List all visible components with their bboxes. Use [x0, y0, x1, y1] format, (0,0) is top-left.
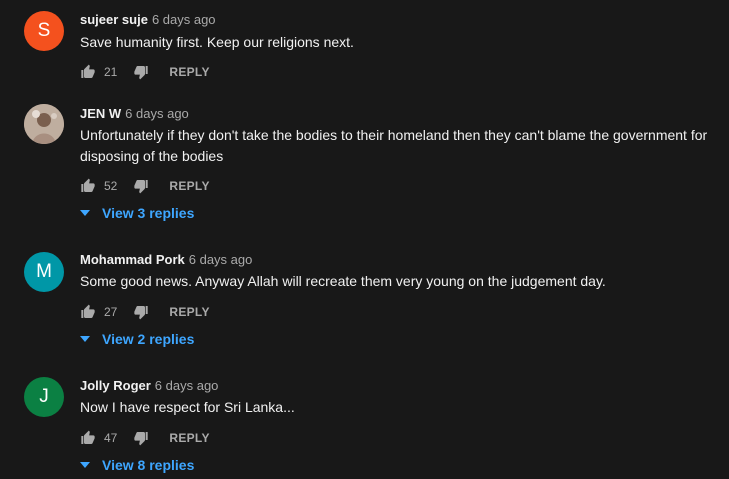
avatar[interactable]: J	[24, 377, 64, 417]
like-count: 21	[104, 65, 118, 79]
comment-author[interactable]: Mohammad Pork	[80, 252, 185, 267]
comment-actions: 47 REPLY	[80, 429, 210, 447]
like-count: 52	[104, 179, 118, 193]
thumbs-down-icon[interactable]	[133, 178, 149, 194]
reply-button[interactable]: REPLY	[169, 65, 209, 79]
comment-header: Jolly Roger 6 days ago	[80, 377, 218, 395]
view-replies-button[interactable]: View 3 replies	[80, 205, 194, 221]
comment-time[interactable]: 6 days ago	[189, 252, 253, 267]
view-replies-label: View 3 replies	[102, 205, 195, 221]
comment-header: JEN W 6 days ago	[80, 105, 189, 123]
thumbs-up-icon[interactable]	[80, 64, 96, 80]
avatar[interactable]	[24, 104, 64, 144]
avatar[interactable]: M	[24, 252, 64, 292]
thumbs-down-icon[interactable]	[133, 304, 149, 320]
comment-text: Some good news. Anyway Allah will recrea…	[80, 273, 606, 289]
thumbs-up-icon[interactable]	[80, 430, 96, 446]
view-replies-button[interactable]: View 8 replies	[80, 457, 194, 473]
comment-text: Now I have respect for Sri Lanka...	[80, 399, 295, 415]
reply-button[interactable]: REPLY	[169, 179, 209, 193]
comment-author[interactable]: JEN W	[80, 106, 121, 121]
thumbs-down-icon[interactable]	[133, 64, 149, 80]
comment-text: Unfortunately if they don't take the bod…	[80, 127, 708, 164]
comment-actions: 27 REPLY	[80, 303, 210, 321]
comment-header: sujeer suje 6 days ago	[80, 11, 216, 29]
like-count: 47	[104, 431, 118, 445]
avatar[interactable]: S	[24, 11, 64, 51]
reply-button[interactable]: REPLY	[169, 305, 209, 319]
reply-button[interactable]: REPLY	[169, 431, 209, 445]
comment-time[interactable]: 6 days ago	[152, 12, 216, 27]
caret-down-icon	[80, 210, 90, 216]
thumbs-up-icon[interactable]	[80, 178, 96, 194]
avatar-letter: M	[36, 261, 52, 282]
comment-text: Save humanity first. Keep our religions …	[80, 34, 354, 50]
avatar-letter: J	[39, 386, 49, 407]
view-replies-label: View 2 replies	[102, 331, 195, 347]
caret-down-icon	[80, 336, 90, 342]
like-count: 27	[104, 305, 118, 319]
thumbs-down-icon[interactable]	[133, 430, 149, 446]
avatar-photo-icon	[24, 104, 64, 144]
comment-time[interactable]: 6 days ago	[125, 106, 189, 121]
comment-actions: 21 REPLY	[80, 63, 210, 81]
comment-header: Mohammad Pork 6 days ago	[80, 251, 252, 269]
view-replies-label: View 8 replies	[102, 457, 195, 473]
view-replies-button[interactable]: View 2 replies	[80, 331, 194, 347]
comment-author[interactable]: sujeer suje	[80, 12, 148, 27]
comment-time[interactable]: 6 days ago	[155, 378, 219, 393]
avatar-letter: S	[37, 20, 51, 41]
thumbs-up-icon[interactable]	[80, 304, 96, 320]
caret-down-icon	[80, 462, 90, 468]
comment-actions: 52 REPLY	[80, 177, 210, 195]
comment-author[interactable]: Jolly Roger	[80, 378, 151, 393]
